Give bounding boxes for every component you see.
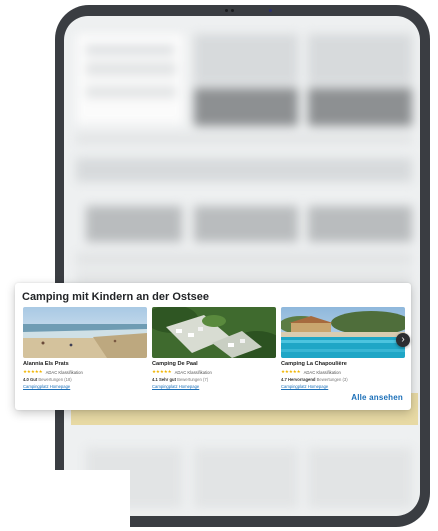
sensor-icon [269, 9, 272, 12]
review-score: 4.7 Hervorragend Bewertungen (3) [281, 377, 405, 382]
campsite-photo-aerial[interactable] [152, 307, 276, 358]
campsite-name[interactable]: Camping De Paal [152, 361, 276, 367]
review-score: 4.1 Sehr gut Bewertungen (7) [152, 377, 276, 382]
tablet-screen [64, 16, 420, 516]
campsite-photo-beach[interactable] [23, 307, 147, 358]
score-label: Gut [30, 377, 38, 382]
classification-row: ★★★★★ ADAC Klassifikation [152, 369, 276, 375]
tablet-device [55, 5, 430, 527]
score-value: 4.1 [152, 377, 158, 382]
homepage-link[interactable]: Campingplatz Homepage [281, 384, 405, 389]
rating-stars-icon: ★★★★★ [23, 369, 43, 374]
campsite-item[interactable]: Camping La Chapoulière ★★★★★ ADAC Klassi… [281, 307, 405, 389]
review-score: 4.0 Gut Bewertungen (18) [23, 377, 147, 382]
score-value: 4.7 [281, 377, 287, 382]
rating-stars-icon: ★★★★★ [152, 369, 172, 374]
campsite-photo-pool[interactable] [281, 307, 405, 358]
section-title: Camping mit Kindern an der Ostsee [22, 291, 210, 303]
classification-label: ADAC Klassifikation [174, 369, 212, 375]
homepage-link[interactable]: Campingplatz Homepage [152, 384, 276, 389]
score-label: Hervorragend [288, 377, 316, 382]
classification-row: ★★★★★ ADAC Klassifikation [23, 369, 147, 375]
campsite-name[interactable]: Alannia Els Prats [23, 361, 147, 367]
review-count: Bewertungen (3) [316, 377, 348, 382]
campsite-name[interactable]: Camping La Chapoulière [281, 361, 405, 367]
score-value: 4.0 [23, 377, 29, 382]
rating-stars-icon: ★★★★★ [281, 369, 301, 374]
camera-icon [225, 9, 234, 12]
review-count: Bewertungen (18) [38, 377, 72, 382]
campsite-item[interactable]: Alannia Els Prats ★★★★★ ADAC Klassifikat… [23, 307, 147, 389]
review-count: Bewertungen (7) [177, 377, 209, 382]
chevron-right-icon[interactable]: › [396, 333, 410, 347]
homepage-link[interactable]: Campingplatz Homepage [23, 384, 147, 389]
classification-label: ADAC Klassifikation [45, 369, 83, 375]
classification-label: ADAC Klassifikation [303, 369, 341, 375]
classification-row: ★★★★★ ADAC Klassifikation [281, 369, 405, 375]
blurred-page-background [64, 16, 420, 516]
page-corner [0, 470, 130, 531]
campsite-carousel-card: Camping mit Kindern an der Ostsee Alanni [15, 283, 411, 410]
score-label: Sehr gut [159, 377, 176, 382]
campsite-item[interactable]: Camping De Paal ★★★★★ ADAC Klassifikatio… [152, 307, 276, 389]
show-all-link[interactable]: Alle ansehen [351, 393, 403, 402]
